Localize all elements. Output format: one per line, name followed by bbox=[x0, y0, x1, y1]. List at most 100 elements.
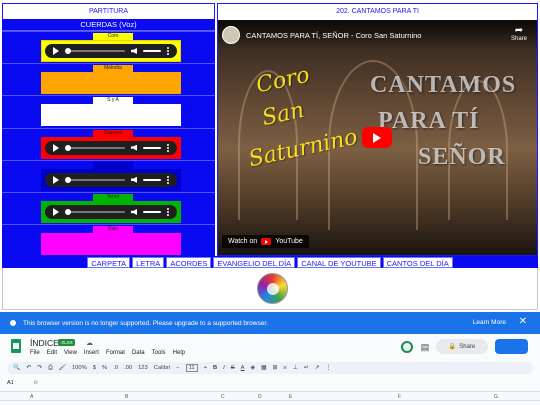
seek-handle[interactable] bbox=[65, 208, 71, 215]
menu-view[interactable]: View bbox=[64, 350, 77, 356]
column-header-d[interactable]: D bbox=[258, 394, 262, 400]
menu-insert[interactable]: Insert bbox=[84, 350, 99, 356]
seek-handle[interactable] bbox=[65, 144, 71, 151]
play-button[interactable] bbox=[362, 127, 392, 148]
more-options-icon[interactable] bbox=[167, 207, 169, 216]
undo-icon[interactable]: ↶ bbox=[26, 365, 31, 371]
fill-color-icon[interactable]: ◈ bbox=[251, 365, 255, 371]
volume-slider[interactable] bbox=[143, 178, 161, 181]
seek-bar[interactable] bbox=[65, 176, 125, 183]
share-button[interactable]: ➦ Share bbox=[511, 25, 527, 42]
volume-icon[interactable] bbox=[131, 48, 137, 54]
play-icon[interactable] bbox=[53, 47, 59, 55]
menu-format[interactable]: Format bbox=[106, 350, 125, 356]
voice-label: Coro bbox=[93, 33, 133, 40]
audio-player[interactable] bbox=[45, 172, 177, 187]
close-icon[interactable]: ✕ bbox=[519, 316, 527, 327]
menu-file[interactable]: File bbox=[30, 350, 40, 356]
align-icon[interactable]: ≡ bbox=[283, 365, 286, 371]
font-select[interactable]: Calibri bbox=[154, 365, 170, 371]
account-avatar[interactable] bbox=[401, 341, 413, 353]
bold-icon[interactable]: B bbox=[213, 365, 217, 371]
watch-on-label: Watch on bbox=[228, 238, 258, 245]
seek-bar[interactable] bbox=[65, 48, 125, 54]
borders-icon[interactable]: ▦ bbox=[261, 365, 266, 371]
volume-icon[interactable] bbox=[131, 208, 137, 215]
column-header-g[interactable]: G bbox=[494, 394, 498, 400]
decimal-decrease-icon[interactable]: .0 bbox=[113, 365, 118, 371]
audio-player-frame bbox=[41, 136, 181, 159]
audio-player[interactable] bbox=[45, 140, 177, 155]
seek-bar[interactable] bbox=[65, 208, 125, 215]
nav-evangelio[interactable]: EVANGELIO DEL DÍA bbox=[213, 257, 296, 268]
font-size-input[interactable]: 11 bbox=[185, 364, 198, 372]
decimal-increase-icon[interactable]: .00 bbox=[124, 365, 132, 371]
voice-slot: S y A bbox=[2, 95, 215, 127]
print-icon[interactable]: ⎙ bbox=[48, 365, 53, 372]
seek-handle[interactable] bbox=[65, 176, 71, 183]
comments-icon[interactable]: ▤ bbox=[419, 341, 431, 353]
column-header-f[interactable]: F bbox=[398, 394, 401, 400]
nav-letra[interactable]: LETRA bbox=[132, 257, 165, 268]
video-title[interactable]: CANTAMOS PARA TÍ, SEÑOR - Coro San Satur… bbox=[246, 31, 421, 40]
volume-slider[interactable] bbox=[143, 50, 161, 52]
wrap-icon[interactable]: ↵ bbox=[304, 365, 309, 371]
number-format-icon[interactable]: 123 bbox=[138, 365, 148, 371]
currency-icon[interactable]: $ bbox=[93, 365, 96, 371]
menu-help[interactable]: Help bbox=[173, 350, 185, 356]
play-icon[interactable] bbox=[53, 207, 59, 216]
more-options-icon[interactable] bbox=[167, 47, 169, 55]
column-header-a[interactable]: A bbox=[30, 394, 33, 400]
seek-handle[interactable] bbox=[65, 48, 71, 54]
more-icon[interactable]: ⋮ bbox=[326, 365, 332, 371]
percent-icon[interactable]: % bbox=[102, 365, 107, 371]
primary-button[interactable] bbox=[495, 339, 528, 354]
column-header-e[interactable]: E bbox=[289, 394, 292, 400]
zoom-select[interactable]: 100% bbox=[72, 365, 87, 371]
overlay-line-2: PARA TÍ bbox=[378, 108, 480, 134]
search-icon[interactable]: 🔍 bbox=[13, 365, 20, 371]
tab-song-title[interactable]: 202. CANTAMOS PARA TI bbox=[217, 3, 538, 19]
menu-data[interactable]: Data bbox=[132, 350, 145, 356]
learn-more-link[interactable]: Learn More bbox=[473, 319, 506, 326]
volume-slider[interactable] bbox=[143, 146, 161, 149]
volume-icon[interactable] bbox=[131, 144, 137, 151]
audio-player[interactable] bbox=[45, 204, 177, 219]
play-icon[interactable] bbox=[53, 175, 59, 184]
share-button[interactable]: 🔒 Share bbox=[436, 339, 488, 354]
youtube-embed[interactable]: CANTAMOS PARA TÍ, SEÑOR - Coro San Satur… bbox=[218, 20, 537, 255]
channel-avatar[interactable] bbox=[222, 26, 240, 44]
font-size-decrease-icon[interactable]: − bbox=[176, 365, 179, 371]
paint-format-icon[interactable]: 🖌 bbox=[59, 365, 66, 371]
name-box[interactable]: A1 bbox=[7, 380, 14, 386]
font-size-increase-icon[interactable]: + bbox=[204, 365, 207, 371]
volume-slider[interactable] bbox=[143, 210, 161, 213]
sheets-icon[interactable] bbox=[11, 339, 21, 353]
audio-player[interactable] bbox=[45, 44, 177, 58]
strikethrough-icon[interactable]: S bbox=[231, 365, 235, 371]
menu-edit[interactable]: Edit bbox=[47, 350, 57, 356]
logo-icon[interactable] bbox=[257, 273, 288, 304]
nav-carpeta[interactable]: CARPETA bbox=[87, 257, 131, 268]
more-options-icon[interactable] bbox=[167, 143, 169, 152]
redo-icon[interactable]: ↷ bbox=[37, 365, 42, 371]
rotate-icon[interactable]: ↗ bbox=[315, 365, 320, 371]
formula-bar: A1 fx bbox=[7, 380, 38, 386]
italic-icon[interactable]: I bbox=[223, 365, 225, 371]
watch-on-youtube-button[interactable]: Watch on YouTube bbox=[222, 235, 309, 248]
document-title[interactable]: ÍNDICE bbox=[30, 338, 59, 348]
seek-bar[interactable] bbox=[65, 144, 125, 151]
tab-partitura[interactable]: PARTITURA bbox=[2, 3, 215, 19]
volume-icon[interactable] bbox=[131, 176, 137, 183]
text-color-icon[interactable]: A bbox=[241, 365, 245, 371]
menu-tools[interactable]: Tools bbox=[152, 350, 166, 356]
nav-cantos-del-dia[interactable]: CANTOS DEL DÍA bbox=[382, 257, 453, 268]
play-icon[interactable] bbox=[53, 143, 59, 152]
nav-acordes[interactable]: ACORDES bbox=[166, 257, 212, 268]
nav-canal-youtube[interactable]: CANAL DE YOUTUBE bbox=[297, 257, 381, 268]
column-header-c[interactable]: C bbox=[221, 394, 225, 400]
more-options-icon[interactable] bbox=[167, 175, 169, 184]
column-header-b[interactable]: B bbox=[125, 394, 128, 400]
valign-icon[interactable]: ⊥ bbox=[293, 365, 298, 371]
merge-icon[interactable]: ⊞ bbox=[273, 365, 278, 371]
